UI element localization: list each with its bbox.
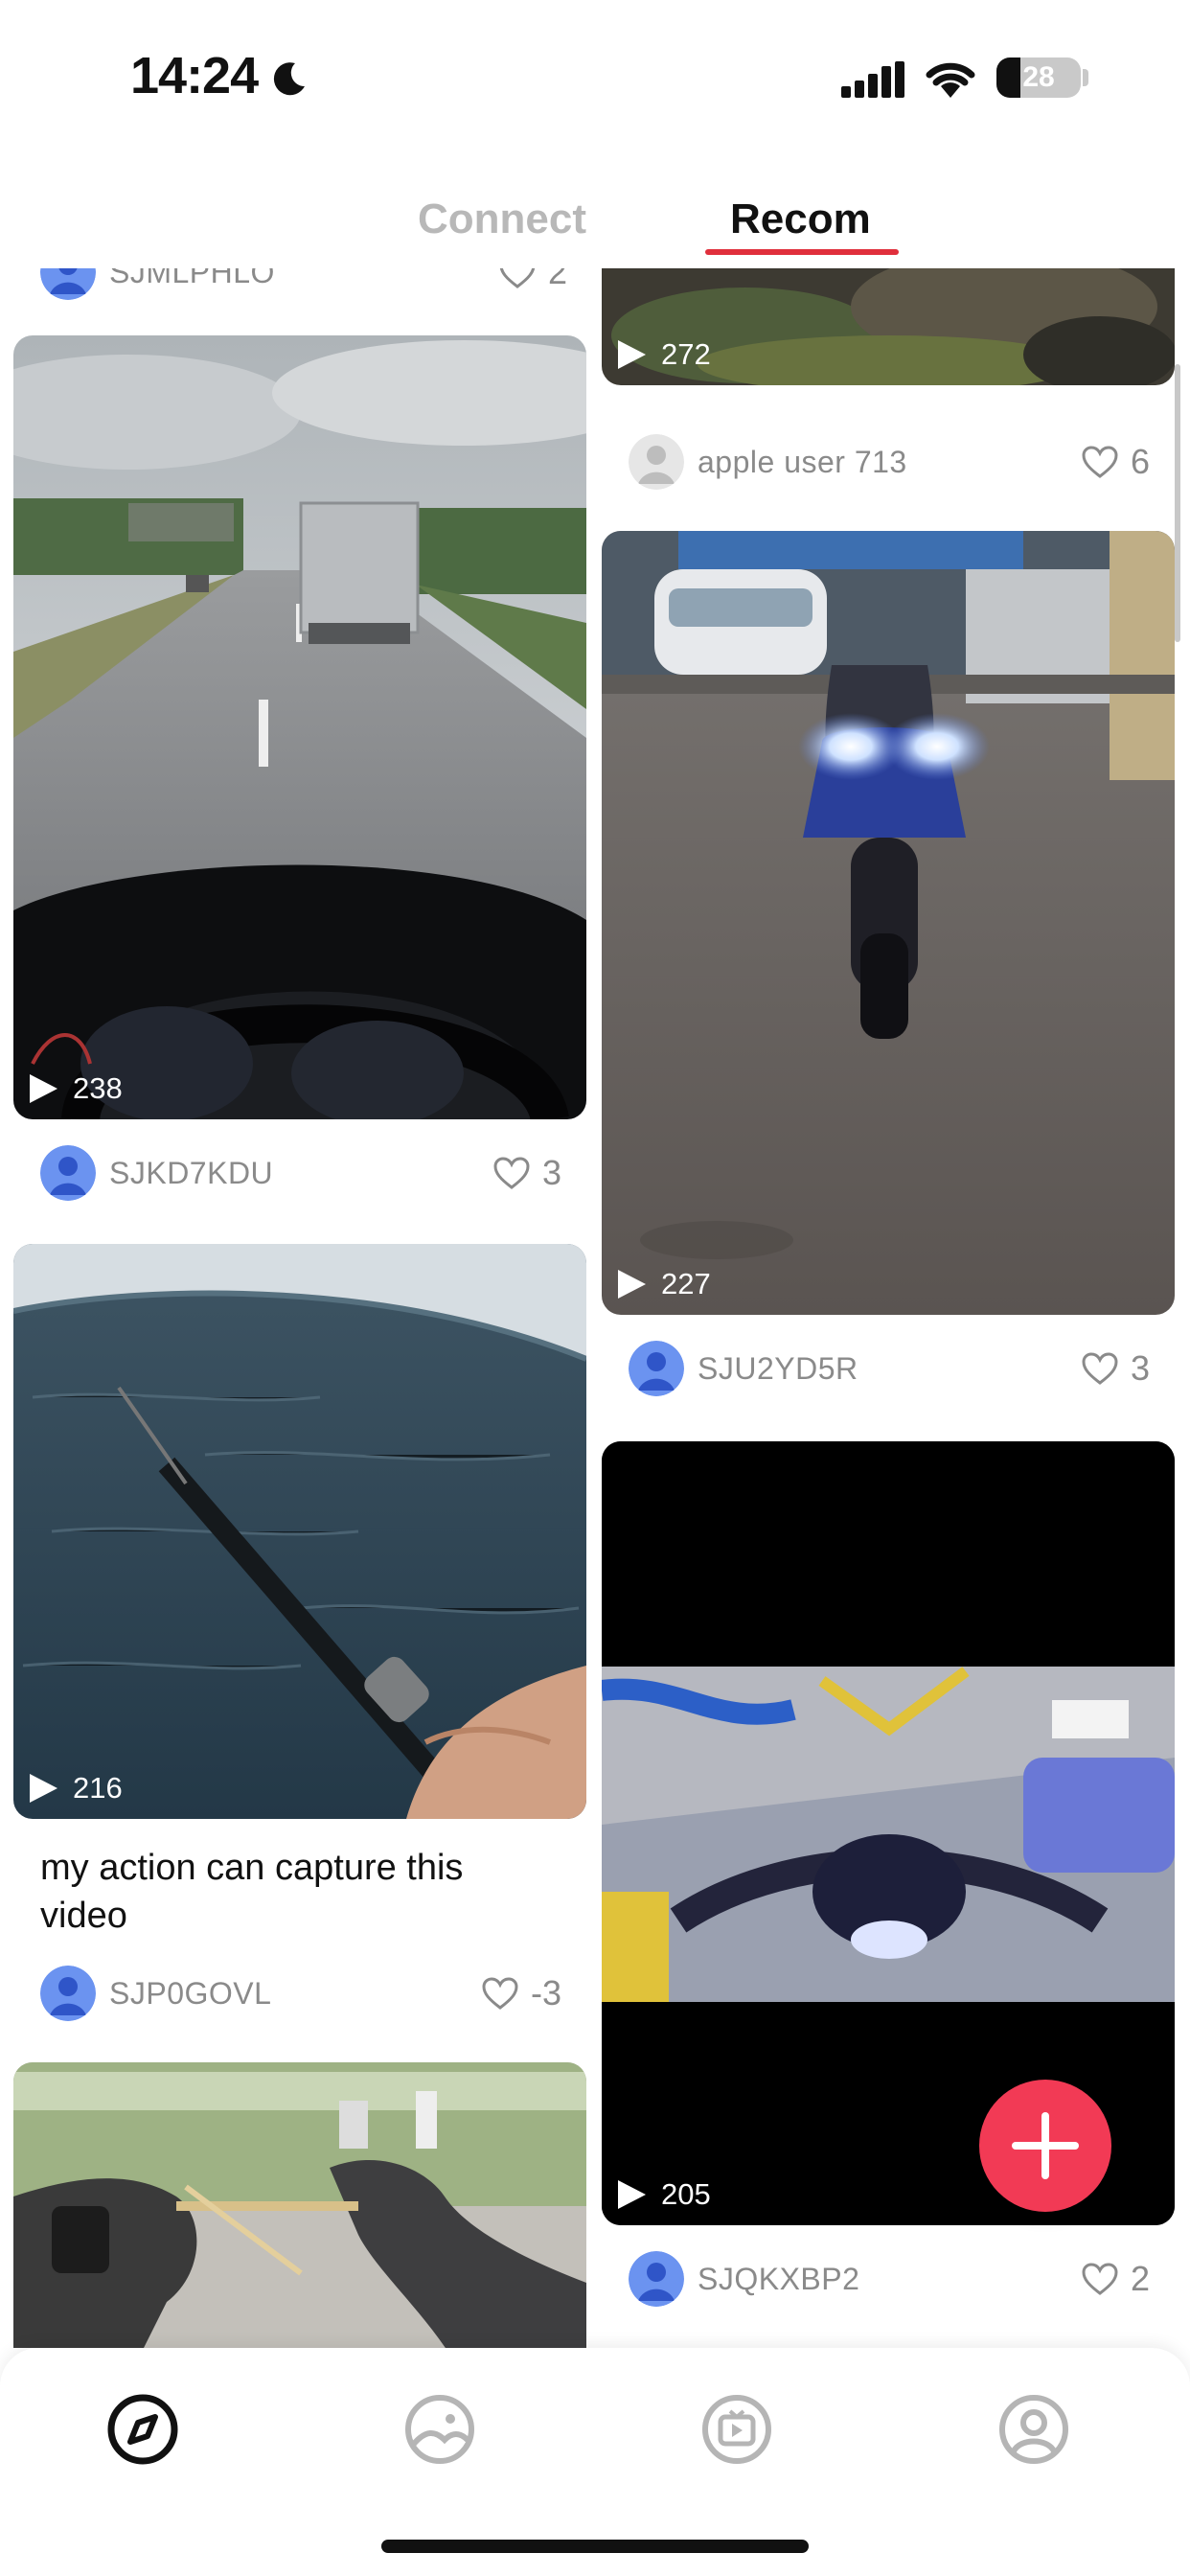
post-author: SJU2YD5R xyxy=(698,1350,858,1386)
heart-icon xyxy=(1082,2263,1118,2295)
battery-icon: 28 xyxy=(996,58,1081,98)
status-bar: 14:24 28 xyxy=(0,0,1190,153)
video-card[interactable]: 272 xyxy=(602,268,1175,385)
avatar xyxy=(629,2251,684,2307)
avatar xyxy=(40,1145,96,1201)
video-thumbnail xyxy=(13,2062,586,2348)
moon-icon xyxy=(273,62,305,96)
nav-discover[interactable] xyxy=(100,2386,186,2472)
profile-icon xyxy=(999,2395,1068,2464)
avatar xyxy=(629,434,684,490)
create-post-button[interactable] xyxy=(979,2080,1111,2212)
post-author: SJMLPHLO xyxy=(109,268,275,289)
video-icon xyxy=(702,2395,771,2464)
view-count: 227 xyxy=(661,1267,711,1300)
play-icon xyxy=(30,1074,57,1103)
video-thumbnail xyxy=(602,531,1175,1315)
video-card[interactable]: 216 xyxy=(13,1244,586,1819)
post-author-row[interactable]: apple user 713 xyxy=(629,431,907,493)
like-count: 3 xyxy=(1130,1348,1150,1388)
video-card[interactable] xyxy=(13,2062,586,2348)
signal-icon xyxy=(841,61,904,98)
video-thumbnail xyxy=(13,1244,586,1819)
tab-recom[interactable]: Recom xyxy=(730,196,871,243)
like-count: 3 xyxy=(541,1153,561,1192)
avatar xyxy=(40,268,96,300)
view-count-overlay: 216 xyxy=(27,1771,123,1806)
play-icon xyxy=(618,340,646,369)
plus-icon xyxy=(1012,2112,1079,2179)
view-count: 205 xyxy=(661,2177,711,2211)
avatar xyxy=(629,1341,684,1396)
like-count: 2 xyxy=(1130,2259,1150,2298)
like-count: 6 xyxy=(1130,442,1150,481)
wifi-icon xyxy=(926,62,975,98)
view-count: 238 xyxy=(73,1071,123,1105)
scrollbar[interactable] xyxy=(1175,364,1180,642)
like-count: -3 xyxy=(530,1973,561,2012)
heart-icon xyxy=(1082,1352,1118,1385)
tab-connect[interactable]: Connect xyxy=(418,196,586,243)
view-count-overlay: 272 xyxy=(615,337,711,372)
post-author-row[interactable]: SJQKXBP2 xyxy=(629,2248,859,2310)
like-button[interactable]: 2 xyxy=(498,268,567,303)
heart-icon xyxy=(493,1157,530,1189)
compass-icon xyxy=(107,2394,178,2465)
post-author-row[interactable]: SJP0GOVL xyxy=(40,1963,271,2024)
post-author-row[interactable]: SJMLPHLO xyxy=(40,268,275,303)
post-author: SJKD7KDU xyxy=(109,1155,274,1190)
play-icon xyxy=(618,1270,646,1299)
status-time: 14:24 xyxy=(130,47,259,104)
community-icon xyxy=(405,2395,474,2464)
like-button[interactable]: 2 xyxy=(1081,2248,1150,2310)
view-count-overlay: 238 xyxy=(27,1071,123,1106)
active-tab-indicator xyxy=(705,249,899,255)
home-indicator[interactable] xyxy=(381,2540,809,2553)
heart-icon xyxy=(1082,446,1118,478)
post-author: apple user 713 xyxy=(698,444,907,479)
video-card[interactable]: 238 xyxy=(13,335,586,1119)
post-caption[interactable]: my action can capture this video xyxy=(40,1844,538,1940)
heart-icon xyxy=(499,268,536,288)
view-count: 216 xyxy=(73,1771,123,1805)
avatar xyxy=(40,1966,96,2021)
post-author-row[interactable]: SJU2YD5R xyxy=(629,1338,858,1399)
video-card[interactable]: 227 xyxy=(602,531,1175,1315)
video-thumbnail xyxy=(13,335,586,1119)
feed-tabs: Connect Recom xyxy=(0,182,1190,268)
post-author-row[interactable]: SJKD7KDU xyxy=(40,1142,273,1204)
nav-videos[interactable] xyxy=(694,2386,780,2472)
nav-profile[interactable] xyxy=(991,2386,1077,2472)
like-button[interactable]: 3 xyxy=(1081,1338,1150,1399)
video-feed[interactable]: SJMLPHLO 2 238 SJKD7KDU 3 216 my action … xyxy=(0,268,1190,2348)
like-button[interactable]: -3 xyxy=(481,1963,561,2024)
view-count: 272 xyxy=(661,337,711,371)
battery-tip xyxy=(1083,69,1088,86)
view-count-overlay: 227 xyxy=(615,1267,711,1301)
battery-level: 28 xyxy=(1022,61,1055,93)
play-icon xyxy=(30,1774,57,1803)
like-count: 2 xyxy=(547,268,567,291)
like-button[interactable]: 6 xyxy=(1081,431,1150,493)
heart-icon xyxy=(482,1977,518,2010)
play-icon xyxy=(618,2180,646,2209)
post-author: SJP0GOVL xyxy=(109,1975,272,2011)
view-count-overlay: 205 xyxy=(615,2177,711,2212)
post-author: SJQKXBP2 xyxy=(698,2261,860,2296)
nav-community[interactable] xyxy=(397,2386,483,2472)
like-button[interactable]: 3 xyxy=(492,1142,561,1204)
